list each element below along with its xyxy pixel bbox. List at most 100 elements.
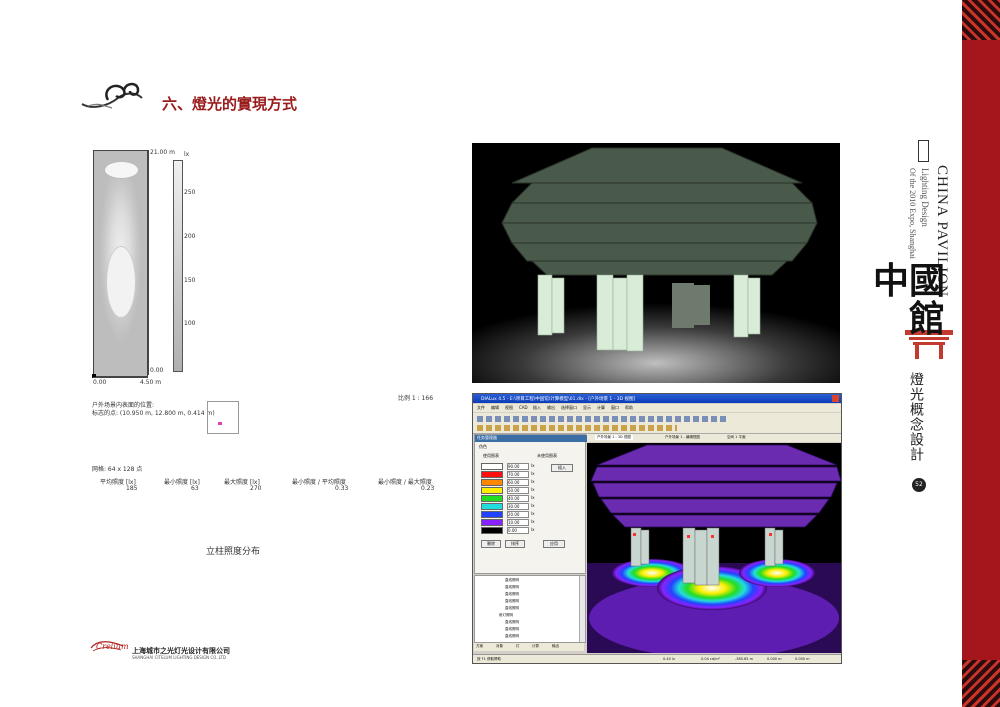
panel-tab-false-color[interactable]: 伪色	[479, 444, 487, 450]
scale-tick-150: 150	[184, 277, 196, 284]
position-marker-box	[207, 401, 239, 434]
tree-item[interactable]: 直线照明	[505, 627, 519, 632]
page-number-badge: 52	[912, 478, 926, 492]
menu-help[interactable]: 帮助	[625, 405, 633, 411]
color-value-8[interactable]: 10.00	[507, 519, 529, 526]
color-swatch-7[interactable]	[481, 511, 503, 518]
color-value-4[interactable]: 50.00	[507, 487, 529, 494]
pavilion-render-svg	[472, 147, 840, 383]
tab-3d-view[interactable]: 户外场景 1 - 3D 视图	[595, 435, 633, 440]
sort-button[interactable]: 排序	[505, 540, 525, 548]
status-illuminance: 0.40 lx	[663, 657, 675, 661]
tab-output[interactable]: 输出	[552, 644, 559, 649]
color-value-1[interactable]: 90.00	[507, 463, 529, 470]
page-number: 52	[915, 481, 923, 488]
color-row-7: 20.00 lx	[481, 511, 541, 518]
expo-subtitle: Of the 2010 Expo, Shanghai	[908, 168, 917, 259]
color-swatch-6[interactable]	[481, 503, 503, 510]
tree-item[interactable]: 直线照明	[505, 592, 519, 597]
figure-caption: 立柱照度分布	[206, 547, 261, 557]
top-dimension: 21.00 m	[150, 149, 175, 156]
color-value-2[interactable]: 70.00	[507, 471, 529, 478]
radio-no-chart[interactable]: 未使用图表	[537, 453, 557, 459]
band-pattern-bottom	[962, 660, 1000, 707]
title-frame	[918, 140, 929, 162]
status-help: 按 F1 获取帮助	[477, 657, 501, 661]
color-row-8: 10.00 lx	[481, 519, 541, 526]
menu-calculate[interactable]: 计算	[597, 405, 605, 411]
menu-window[interactable]: 窗口	[611, 405, 619, 411]
section-heading: 六、燈光的實現方式	[162, 95, 298, 113]
delete-button[interactable]: 删除	[481, 540, 501, 548]
view-tab-bar: 户外场景 1 - 3D 视图 户外场景 1 - 编辑视图 空间 1 平面	[587, 434, 841, 442]
tab-plan-view[interactable]: 空间 1 平面	[727, 435, 745, 440]
menu-edit[interactable]: 编辑	[491, 405, 499, 411]
cloud-ornament-icon	[81, 82, 143, 109]
color-swatch-3[interactable]	[481, 479, 503, 486]
grid-info: 网格: 64 x 128 点	[92, 466, 143, 473]
object-tree: 直线照明 直线照明 直线照明 直线照明 直线照明 射灯照明 直线照明 直线照明 …	[474, 575, 586, 643]
color-value-3[interactable]: 60.00	[507, 479, 529, 486]
tree-item[interactable]: 直线照明	[505, 606, 519, 611]
tree-item[interactable]: 直线照明	[505, 578, 519, 583]
tab-project[interactable]: 方案	[476, 644, 483, 649]
china-pavilion-calligraphy: 中國館	[872, 261, 945, 339]
stat-value-avg: 185	[126, 485, 138, 492]
color-value-6[interactable]: 30.00	[507, 503, 529, 510]
menu-insert[interactable]: 插入	[533, 405, 541, 411]
color-row-9: 0.00 lx	[481, 527, 541, 534]
color-swatch-1[interactable]	[481, 463, 503, 470]
tab-calc[interactable]: 计算	[532, 644, 539, 649]
false-color-3d-view[interactable]	[587, 443, 841, 653]
color-swatch-4[interactable]	[481, 487, 503, 494]
toolbar	[473, 413, 841, 434]
tree-scrollbar[interactable]	[579, 576, 585, 642]
menu-file[interactable]: 文件	[477, 405, 485, 411]
bottom-dimension: 0.00	[150, 367, 164, 374]
tab-edit-view[interactable]: 户外场景 1 - 编辑视图	[665, 435, 700, 440]
stat-value-min-avg: 0.33	[335, 485, 349, 492]
concept-title: 燈光概念設計	[908, 372, 924, 462]
menu-output[interactable]: 输出	[547, 405, 555, 411]
insert-button[interactable]: 插入	[551, 464, 573, 472]
dialux-window: DIALux 4.5 - E:\项目工程\中国馆\计算模型\01.dlx - […	[472, 393, 842, 664]
color-swatch-5[interactable]	[481, 495, 503, 502]
tab-objects[interactable]: 对象	[496, 644, 503, 649]
tree-item[interactable]: 直线照明	[505, 585, 519, 590]
render-image	[472, 143, 840, 383]
color-value-5[interactable]: 40.00	[507, 495, 529, 502]
stat-value-max: 270	[250, 485, 262, 492]
menu-select-window[interactable]: 选择窗口	[561, 405, 577, 411]
window-title: DIALux 4.5 - E:\项目工程\中国馆\计算模型\01.dlx - […	[481, 397, 636, 402]
status-y: 0.000 m	[767, 657, 782, 661]
left-dimension: 0.00	[93, 379, 107, 386]
tree-item[interactable]: 直线照明	[505, 634, 519, 639]
color-swatch-8[interactable]	[481, 519, 503, 526]
window-title-bar: DIALux 4.5 - E:\项目工程\中国馆\计算模型\01.dlx - […	[473, 394, 841, 403]
color-row-2: 70.00 lx	[481, 471, 541, 478]
tree-item[interactable]: 直线照明	[505, 620, 519, 625]
color-row-5: 40.00 lx	[481, 495, 541, 502]
color-row-1: 90.00 lx	[481, 463, 541, 470]
color-value-9[interactable]: 0.00	[507, 527, 529, 534]
color-value-7[interactable]: 20.00	[507, 511, 529, 518]
color-row-3: 60.00 lx	[481, 479, 541, 486]
menu-display[interactable]: 显示	[583, 405, 591, 411]
close-icon[interactable]	[832, 395, 839, 402]
tree-item[interactable]: 直线照明	[505, 599, 519, 604]
color-row-6: 30.00 lx	[481, 503, 541, 510]
status-luminance: 0.04 cd/m²	[701, 657, 721, 661]
color-swatch-9[interactable]	[481, 527, 503, 534]
menu-cad[interactable]: CAD	[519, 405, 528, 410]
bottom-tab-bar: 方案 对象 灯 计算 输出	[474, 643, 584, 651]
apply-button[interactable]: 应用	[543, 540, 565, 548]
status-bar: 按 F1 获取帮助 0.40 lx 0.04 cd/m² -385.65 m 0…	[473, 654, 841, 663]
menu-view[interactable]: 视图	[505, 405, 513, 411]
position-line-2: 标志的点: (10.950 m, 12.800 m, 0.414 m)	[92, 410, 215, 417]
color-swatch-2[interactable]	[481, 471, 503, 478]
tab-lamps[interactable]: 灯	[516, 644, 520, 649]
company-name-en: SHANGHAI CITELUM LIGHTING DESIGN CO.,LTD	[132, 655, 226, 660]
color-row-4: 50.00 lx	[481, 487, 541, 494]
radio-use-chart[interactable]: 使用图表	[483, 453, 499, 459]
tree-item[interactable]: 射灯照明	[499, 613, 513, 618]
